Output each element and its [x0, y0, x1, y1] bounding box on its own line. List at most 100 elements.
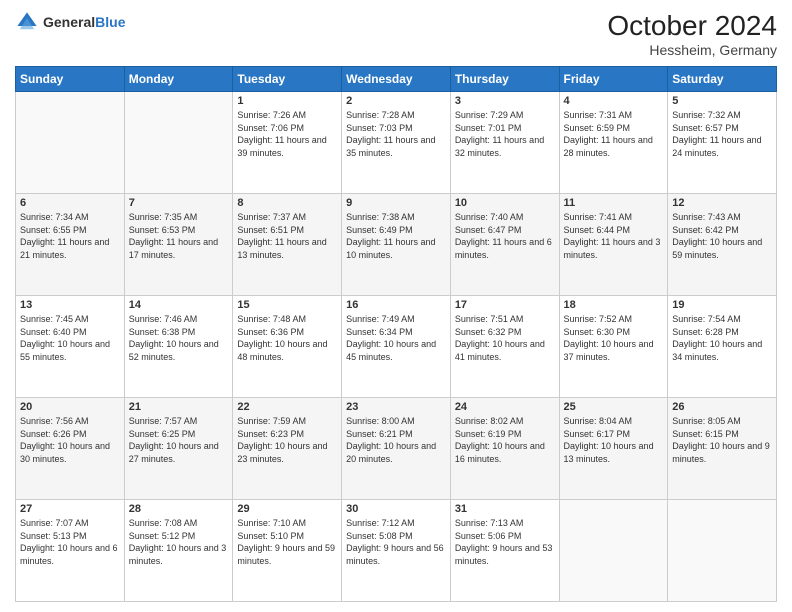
day-info: Sunrise: 8:00 AMSunset: 6:21 PMDaylight:…: [346, 415, 446, 465]
day-number: 25: [564, 401, 664, 413]
day-number: 10: [455, 197, 555, 209]
week-row-3: 13 Sunrise: 7:45 AMSunset: 6:40 PMDayligh…: [16, 296, 777, 398]
logo-general: General: [43, 14, 95, 30]
month-title: October 2024: [607, 10, 777, 42]
day-info: Sunrise: 7:37 AMSunset: 6:51 PMDaylight:…: [237, 211, 337, 261]
day-number: 9: [346, 197, 446, 209]
calendar-cell-w2-d3: 8 Sunrise: 7:37 AMSunset: 6:51 PMDaylight…: [233, 194, 342, 296]
week-row-5: 27Sunrise: 7:07 AMSunset: 5:13 PMDayligh…: [16, 500, 777, 602]
calendar-cell-w5-d3: 29 Sunrise: 7:10 AMSunset: 5:10 PMDayligh…: [233, 500, 342, 602]
day-info: Sunrise: 7:29 AMSunset: 7:01 PMDaylight:…: [455, 109, 555, 159]
col-thursday: Thursday: [450, 67, 559, 92]
calendar-cell-w1-d3: 1Sunrise: 7:26 AMSunset: 7:06 PMDaylight…: [233, 92, 342, 194]
calendar-cell-w4-d6: 25 Sunrise: 8:04 AMSunset: 6:17 PMDayligh…: [559, 398, 668, 500]
page-header: GeneralBlue October 2024 Hessheim, Germa…: [15, 10, 777, 58]
calendar-cell-w4-d1: 20Sunrise: 7:56 AMSunset: 6:26 PMDayligh…: [16, 398, 125, 500]
day-number: 20: [20, 401, 120, 413]
logo-icon: [15, 10, 39, 34]
day-number: 24: [455, 401, 555, 413]
calendar-cell-w1-d2: [124, 92, 233, 194]
day-info: Sunrise: 8:02 AMSunset: 6:19 PMDaylight:…: [455, 415, 555, 465]
day-info: Sunrise: 7:41 AMSunset: 6:44 PMDaylight:…: [564, 211, 664, 261]
day-number: 29: [237, 503, 337, 515]
day-number: 19: [672, 299, 772, 311]
day-number: 21: [129, 401, 229, 413]
day-number: 11: [564, 197, 664, 209]
day-number: 31: [455, 503, 555, 515]
calendar-cell-w2-d4: 9 Sunrise: 7:38 AMSunset: 6:49 PMDaylight…: [342, 194, 451, 296]
day-info: Sunrise: 7:45 AMSunset: 6:40 PMDaylight:…: [20, 313, 120, 363]
col-friday: Friday: [559, 67, 668, 92]
day-number: 5: [672, 95, 772, 107]
day-number: 23: [346, 401, 446, 413]
calendar-cell-w4-d4: 23 Sunrise: 8:00 AMSunset: 6:21 PMDayligh…: [342, 398, 451, 500]
calendar-cell-w5-d7: [668, 500, 777, 602]
day-info: Sunrise: 7:08 AMSunset: 5:12 PMDaylight:…: [129, 517, 229, 567]
day-number: 22: [237, 401, 337, 413]
day-info: Sunrise: 7:10 AMSunset: 5:10 PMDaylight:…: [237, 517, 337, 567]
calendar-cell-w2-d6: 11 Sunrise: 7:41 AMSunset: 6:44 PMDayligh…: [559, 194, 668, 296]
logo-blue: Blue: [95, 14, 125, 30]
calendar-cell-w1-d7: 5 Sunrise: 7:32 AMSunset: 6:57 PMDaylight…: [668, 92, 777, 194]
day-number: 3: [455, 95, 555, 107]
day-info: Sunrise: 7:07 AMSunset: 5:13 PMDaylight:…: [20, 517, 120, 567]
calendar-cell-w5-d6: [559, 500, 668, 602]
calendar-cell-w2-d7: 12Sunrise: 7:43 AMSunset: 6:42 PMDayligh…: [668, 194, 777, 296]
day-info: Sunrise: 7:51 AMSunset: 6:32 PMDaylight:…: [455, 313, 555, 363]
day-number: 18: [564, 299, 664, 311]
day-info: Sunrise: 7:31 AMSunset: 6:59 PMDaylight:…: [564, 109, 664, 159]
day-info: Sunrise: 7:13 AMSunset: 5:06 PMDaylight:…: [455, 517, 555, 567]
day-info: Sunrise: 7:40 AMSunset: 6:47 PMDaylight:…: [455, 211, 555, 261]
calendar-cell-w5-d5: 31 Sunrise: 7:13 AMSunset: 5:06 PMDayligh…: [450, 500, 559, 602]
calendar-table: Sunday Monday Tuesday Wednesday Thursday…: [15, 66, 777, 602]
calendar-cell-w5-d1: 27Sunrise: 7:07 AMSunset: 5:13 PMDayligh…: [16, 500, 125, 602]
calendar-header-row: Sunday Monday Tuesday Wednesday Thursday…: [16, 67, 777, 92]
calendar-cell-w2-d1: 6 Sunrise: 7:34 AMSunset: 6:55 PMDaylight…: [16, 194, 125, 296]
day-info: Sunrise: 7:54 AMSunset: 6:28 PMDaylight:…: [672, 313, 772, 363]
calendar-cell-w5-d2: 28 Sunrise: 7:08 AMSunset: 5:12 PMDayligh…: [124, 500, 233, 602]
day-info: Sunrise: 7:38 AMSunset: 6:49 PMDaylight:…: [346, 211, 446, 261]
day-info: Sunrise: 7:46 AMSunset: 6:38 PMDaylight:…: [129, 313, 229, 363]
col-saturday: Saturday: [668, 67, 777, 92]
day-info: Sunrise: 7:52 AMSunset: 6:30 PMDaylight:…: [564, 313, 664, 363]
day-number: 6: [20, 197, 120, 209]
calendar-cell-w2-d2: 7Sunrise: 7:35 AMSunset: 6:53 PMDaylight…: [124, 194, 233, 296]
day-number: 16: [346, 299, 446, 311]
day-number: 15: [237, 299, 337, 311]
location: Hessheim, Germany: [607, 42, 777, 58]
day-number: 30: [346, 503, 446, 515]
calendar-cell-w3-d2: 14Sunrise: 7:46 AMSunset: 6:38 PMDayligh…: [124, 296, 233, 398]
week-row-1: 1Sunrise: 7:26 AMSunset: 7:06 PMDaylight…: [16, 92, 777, 194]
day-info: Sunrise: 7:57 AMSunset: 6:25 PMDaylight:…: [129, 415, 229, 465]
col-sunday: Sunday: [16, 67, 125, 92]
col-monday: Monday: [124, 67, 233, 92]
calendar-cell-w1-d1: [16, 92, 125, 194]
day-info: Sunrise: 7:49 AMSunset: 6:34 PMDaylight:…: [346, 313, 446, 363]
calendar-cell-w4-d7: 26Sunrise: 8:05 AMSunset: 6:15 PMDayligh…: [668, 398, 777, 500]
day-info: Sunrise: 7:32 AMSunset: 6:57 PMDaylight:…: [672, 109, 772, 159]
day-number: 8: [237, 197, 337, 209]
calendar-cell-w5-d4: 30 Sunrise: 7:12 AMSunset: 5:08 PMDayligh…: [342, 500, 451, 602]
day-number: 2: [346, 95, 446, 107]
calendar-cell-w1-d5: 3 Sunrise: 7:29 AMSunset: 7:01 PMDaylight…: [450, 92, 559, 194]
calendar-cell-w3-d7: 19 Sunrise: 7:54 AMSunset: 6:28 PMDayligh…: [668, 296, 777, 398]
day-info: Sunrise: 7:34 AMSunset: 6:55 PMDaylight:…: [20, 211, 120, 261]
day-number: 28: [129, 503, 229, 515]
title-block: October 2024 Hessheim, Germany: [607, 10, 777, 58]
calendar-cell-w4-d5: 24 Sunrise: 8:02 AMSunset: 6:19 PMDayligh…: [450, 398, 559, 500]
day-info: Sunrise: 7:35 AMSunset: 6:53 PMDaylight:…: [129, 211, 229, 261]
calendar-cell-w3-d6: 18 Sunrise: 7:52 AMSunset: 6:30 PMDayligh…: [559, 296, 668, 398]
day-info: Sunrise: 7:12 AMSunset: 5:08 PMDaylight:…: [346, 517, 446, 567]
calendar-cell-w3-d1: 13 Sunrise: 7:45 AMSunset: 6:40 PMDayligh…: [16, 296, 125, 398]
day-number: 13: [20, 299, 120, 311]
day-number: 12: [672, 197, 772, 209]
calendar-cell-w3-d5: 17Sunrise: 7:51 AMSunset: 6:32 PMDayligh…: [450, 296, 559, 398]
day-number: 4: [564, 95, 664, 107]
calendar-cell-w3-d3: 15 Sunrise: 7:48 AMSunset: 6:36 PMDayligh…: [233, 296, 342, 398]
day-info: Sunrise: 7:48 AMSunset: 6:36 PMDaylight:…: [237, 313, 337, 363]
calendar-cell-w1-d4: 2Sunrise: 7:28 AMSunset: 7:03 PMDaylight…: [342, 92, 451, 194]
day-info: Sunrise: 8:05 AMSunset: 6:15 PMDaylight:…: [672, 415, 772, 465]
calendar-cell-w4-d3: 22 Sunrise: 7:59 AMSunset: 6:23 PMDayligh…: [233, 398, 342, 500]
day-info: Sunrise: 8:04 AMSunset: 6:17 PMDaylight:…: [564, 415, 664, 465]
day-info: Sunrise: 7:59 AMSunset: 6:23 PMDaylight:…: [237, 415, 337, 465]
